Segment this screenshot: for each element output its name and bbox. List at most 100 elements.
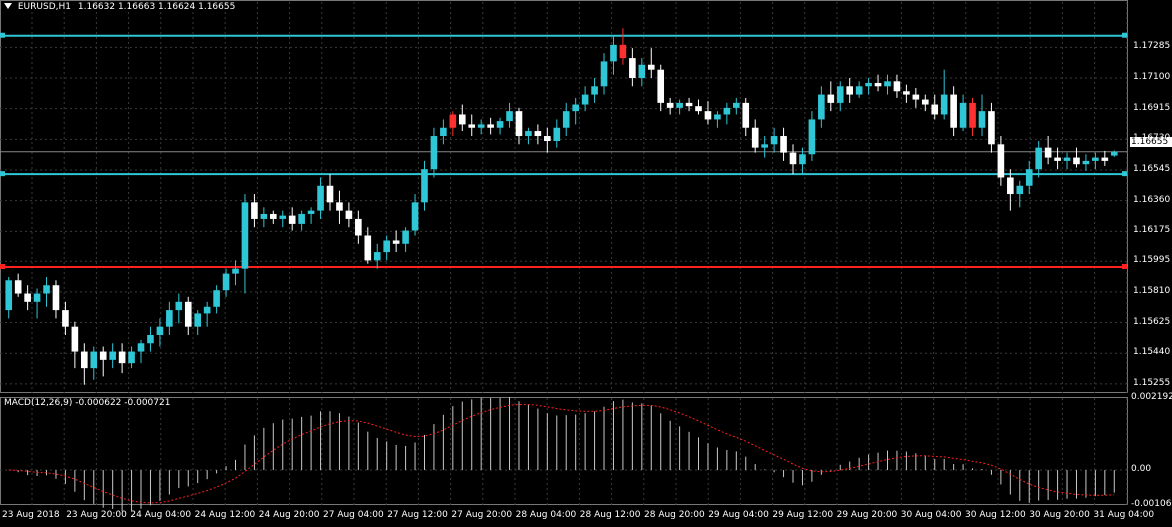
- candle-body: [704, 111, 712, 120]
- candle-body: [109, 351, 116, 360]
- price-tick: 1.16545: [1133, 164, 1171, 174]
- candle-body: [723, 107, 731, 115]
- macd-tick: 0.002192: [1131, 392, 1172, 402]
- candle-body: [81, 351, 88, 369]
- candle-body: [118, 351, 126, 364]
- candle-body: [1016, 185, 1024, 195]
- candle-body: [581, 94, 589, 105]
- candle-body: [695, 106, 702, 112]
- macd-tick: -0.001063: [1131, 499, 1172, 509]
- candle-body: [874, 82, 882, 87]
- candle-body: [24, 293, 31, 302]
- candle-body: [156, 326, 164, 335]
- candle-body: [751, 127, 759, 148]
- candle-body: [534, 131, 542, 137]
- candle-body: [487, 124, 494, 128]
- candle-body: [921, 99, 929, 105]
- ohlc-values: 1.16632 1.16663 1.16624 1.16655: [77, 2, 236, 12]
- candle-body: [477, 124, 485, 128]
- price-tick: 1.15625: [1133, 316, 1171, 327]
- candle-body: [392, 240, 400, 244]
- candle-body: [241, 202, 249, 269]
- candle-body: [1007, 177, 1014, 195]
- macd-label: MACD(12,26,9) -0.000622 -0.000721: [4, 398, 171, 408]
- candle-body: [364, 235, 372, 261]
- price-tick: 1.15810: [1133, 285, 1171, 296]
- price-tick: 1.15255: [1133, 377, 1171, 388]
- time-tick: 28 Aug 20:00: [644, 510, 705, 520]
- time-tick: 27 Aug 04:00: [323, 510, 384, 520]
- candle-body: [733, 102, 740, 108]
- collapse-triangle-icon[interactable]: [4, 3, 12, 9]
- candle-body: [1082, 160, 1090, 165]
- time-tick: 28 Aug 12:00: [579, 510, 641, 520]
- candle-body: [865, 82, 872, 87]
- candle-body: [629, 58, 636, 78]
- candle-body: [288, 215, 296, 224]
- candle-body: [789, 152, 797, 165]
- time-tick: 30 Aug 20:00: [1029, 510, 1090, 520]
- candle-body: [458, 114, 466, 125]
- candle-body: [279, 215, 287, 219]
- resistance-line-handle-left: [0, 32, 5, 38]
- chart-grid: [0, 0, 1128, 505]
- candle-body: [931, 104, 939, 115]
- macd-tick: 0.00: [1131, 464, 1152, 475]
- candle-body: [676, 102, 683, 108]
- candle-body: [345, 210, 353, 219]
- candle-body: [950, 94, 957, 128]
- candle-body: [421, 169, 428, 203]
- chart-canvas[interactable]: [0, 0, 1172, 527]
- macd-signal-line: [8, 403, 1115, 504]
- candle-body: [251, 202, 258, 219]
- time-tick: 29 Aug 04:00: [708, 510, 769, 520]
- candle-body: [515, 111, 523, 137]
- price-tick: 1.15440: [1133, 347, 1171, 358]
- candle-body: [52, 285, 60, 311]
- candle-body: [203, 306, 211, 314]
- candle-body: [647, 64, 655, 70]
- red-level-line-handle-left: [0, 264, 5, 269]
- chart-header: EURUSD,H1 1.16632 1.16663 1.16624 1.1665…: [4, 2, 235, 12]
- candlesticks: [5, 28, 1118, 385]
- candle-body: [1101, 157, 1109, 161]
- candle-body: [14, 280, 22, 294]
- candle-body: [269, 213, 277, 219]
- candle-body: [600, 61, 608, 87]
- candle-body: [884, 81, 891, 87]
- candle-body: [827, 94, 835, 103]
- candle-body: [90, 351, 98, 369]
- candle-body: [298, 213, 305, 224]
- candle-body: [940, 94, 948, 115]
- candle-body: [836, 86, 844, 103]
- candle-body: [232, 268, 239, 274]
- price-tick: 1.15995: [1133, 255, 1171, 266]
- candle-body: [657, 69, 665, 103]
- candle-body: [373, 252, 381, 261]
- candle-body: [1063, 157, 1071, 161]
- candle-body: [99, 351, 107, 360]
- candle-body: [62, 310, 69, 327]
- candle-body: [166, 310, 173, 327]
- candle-body: [685, 102, 693, 107]
- time-tick: 30 Aug 12:00: [965, 510, 1026, 520]
- candle-body: [525, 131, 532, 137]
- candle-body: [326, 185, 334, 203]
- candle-body: [411, 202, 419, 231]
- candle-body: [307, 210, 315, 214]
- time-tick: 24 Aug 20:00: [258, 510, 320, 520]
- candle-body: [260, 213, 268, 219]
- candle-body: [761, 144, 768, 148]
- time-tick: 27 Aug 20:00: [451, 510, 513, 520]
- candle-body: [71, 326, 79, 352]
- candle-body: [780, 136, 787, 153]
- candle-body: [903, 91, 910, 95]
- price-tick: 1.16175: [1133, 225, 1171, 236]
- candle-body: [742, 102, 750, 128]
- candle-body: [383, 240, 390, 253]
- candle-body: [591, 86, 598, 95]
- candle-body: [33, 293, 41, 302]
- candle-body: [402, 230, 409, 244]
- candle-body: [978, 111, 986, 128]
- candle-body: [770, 136, 778, 145]
